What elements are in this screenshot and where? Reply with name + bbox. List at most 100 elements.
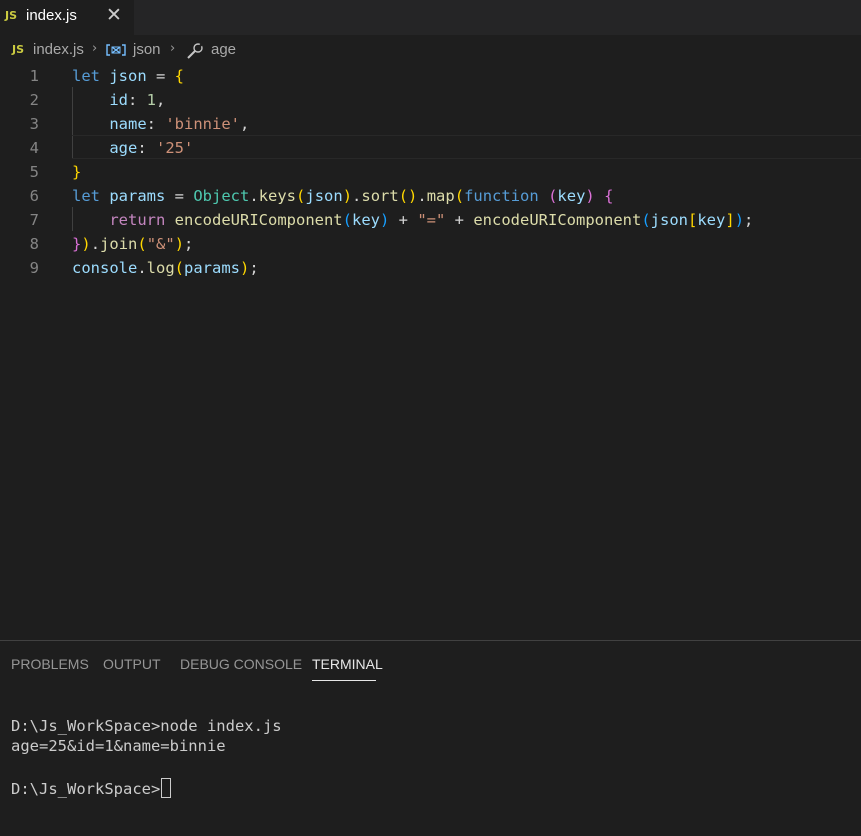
code-token: . — [417, 187, 427, 205]
code-text: } — [72, 160, 81, 184]
code-token: + — [445, 211, 474, 229]
terminal-command-line: D:\Js_WorkSpace>node index.js — [11, 717, 282, 735]
code-token: ( — [548, 187, 558, 205]
code-token: ) — [174, 235, 185, 253]
code-token: key — [697, 211, 726, 229]
editor-tab-bar: JS index.js ✕ — [0, 0, 861, 35]
code-token: function — [464, 187, 539, 205]
code-token: json — [650, 211, 688, 229]
code-token: 1 — [146, 91, 157, 109]
code-token: } — [72, 163, 82, 181]
code-token: ; — [249, 259, 259, 277]
code-token: console — [72, 259, 138, 277]
bottom-panel: PROBLEMS OUTPUT DEBUG CONSOLE TERMINAL D… — [0, 640, 861, 836]
code-token: ] — [725, 211, 735, 229]
code-token: . — [249, 187, 259, 205]
code-line[interactable]: 3 name: 'binnie', — [0, 112, 861, 136]
code-line[interactable]: 7 return encodeURIComponent(key) + "=" +… — [0, 208, 861, 232]
terminal-output-line: age=25&id=1&name=binnie — [11, 737, 226, 755]
code-token: encodeURIComponent — [473, 211, 642, 229]
code-token: "=" — [417, 211, 446, 229]
code-line[interactable]: 9 console.log(params); — [0, 256, 861, 280]
code-token: params — [109, 187, 166, 205]
code-token: ( — [641, 211, 651, 229]
code-text: let params = Object.keys(json).sort().ma… — [72, 184, 613, 208]
tab-title: index.js — [26, 7, 77, 24]
line-number: 7 — [29, 211, 39, 229]
code-token: let — [72, 67, 100, 85]
code-line[interactable]: 4 age: '25' — [0, 136, 861, 160]
line-number: 5 — [29, 163, 39, 181]
javascript-file-icon: JS — [12, 43, 25, 56]
code-token: age — [109, 139, 138, 157]
code-text: name: 'binnie', — [72, 112, 249, 136]
code-line[interactable]: 8 }).join("&"); — [0, 232, 861, 256]
line-number: 8 — [29, 235, 39, 253]
code-line[interactable]: 1 let json = { — [0, 64, 861, 88]
code-token: + — [389, 211, 418, 229]
wrench-icon — [186, 43, 204, 63]
breadcrumb: JS index.js › json › age — [0, 38, 861, 62]
code-token: ( — [296, 187, 306, 205]
code-token: ) — [342, 187, 353, 205]
tab-debug-console[interactable]: DEBUG CONSOLE — [180, 656, 302, 672]
code-text: age: '25' — [72, 136, 193, 160]
line-number: 4 — [29, 139, 39, 157]
code-token: { — [174, 67, 185, 85]
code-token: : — [128, 91, 147, 109]
code-token: keys — [258, 187, 297, 205]
code-token: name — [109, 115, 147, 133]
code-token: encodeURIComponent — [174, 211, 343, 229]
code-token: ) — [240, 259, 250, 277]
line-number: 6 — [29, 187, 39, 205]
code-token: , — [156, 91, 166, 109]
terminal-prompt-line[interactable]: D:\Js_WorkSpace> — [11, 778, 172, 798]
chevron-right-icon: › — [92, 41, 98, 56]
javascript-file-icon: JS — [5, 9, 18, 22]
code-line[interactable]: 2 id: 1, — [0, 88, 861, 112]
code-token: ) — [380, 211, 390, 229]
breadcrumb-property-age[interactable]: age — [211, 41, 236, 58]
code-token: : — [146, 115, 166, 133]
code-text: }).join("&"); — [72, 232, 193, 256]
breadcrumb-file[interactable]: index.js — [33, 41, 84, 58]
line-number: 9 — [29, 259, 39, 277]
tab-terminal[interactable]: TERMINAL — [312, 656, 383, 672]
code-token: ) — [734, 211, 745, 229]
code-text: let json = { — [72, 64, 184, 88]
breadcrumb-symbol-json[interactable]: json — [133, 41, 161, 58]
variable-icon — [106, 43, 126, 61]
code-text: id: 1, — [72, 88, 165, 112]
tab-index-js[interactable]: JS index.js ✕ — [0, 0, 134, 35]
code-token: json — [109, 67, 147, 85]
code-token: sort — [361, 187, 399, 205]
tab-problems[interactable]: PROBLEMS — [11, 656, 89, 672]
code-token: 'binnie' — [165, 115, 240, 133]
code-token: "&" — [146, 235, 175, 253]
code-token: '25' — [156, 139, 194, 157]
terminal-cursor — [161, 778, 172, 798]
code-token: () — [398, 187, 418, 205]
code-text: return encodeURIComponent(key) + "=" + e… — [72, 208, 753, 232]
code-token: log — [146, 259, 175, 277]
code-token: , — [239, 115, 250, 133]
code-token: ( — [342, 211, 352, 229]
code-token: : — [137, 139, 156, 157]
close-icon[interactable]: ✕ — [104, 4, 124, 26]
code-line[interactable]: 5} — [0, 160, 861, 184]
code-token: ( — [454, 187, 465, 205]
code-token: { — [604, 187, 614, 205]
tab-output[interactable]: OUTPUT — [103, 656, 161, 672]
code-line[interactable]: 6 let params = Object.keys(json).sort().m… — [0, 184, 861, 208]
code-token: Object — [193, 187, 250, 205]
code-editor[interactable]: 1 let json = {2 id: 1, 3 name: 'binnie', 4 … — [0, 63, 861, 639]
